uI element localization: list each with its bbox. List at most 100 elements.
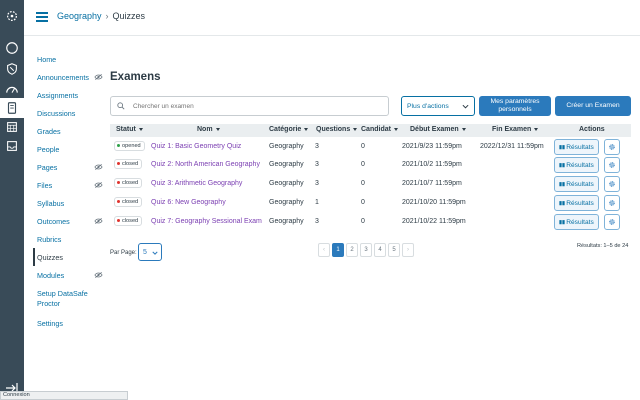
quiz-name-link[interactable]: Quiz 7: Geography Sessional Exam bbox=[151, 218, 262, 225]
course-nav-label: Assignments bbox=[37, 90, 79, 100]
page-button-1[interactable]: 1 bbox=[332, 243, 344, 257]
status-badge: closed bbox=[114, 197, 143, 207]
course-nav-item-assignments[interactable]: Assignments bbox=[33, 86, 107, 104]
quiz-name-link[interactable]: Quiz 1: Basic Geometry Quiz bbox=[151, 143, 241, 150]
results-button[interactable]: Résultats bbox=[554, 195, 599, 211]
quiz-name-link[interactable]: Quiz 2: North American Geography bbox=[151, 161, 260, 168]
gear-icon bbox=[609, 200, 615, 206]
courses-icon[interactable] bbox=[0, 98, 24, 118]
hidden-eye-icon bbox=[94, 182, 103, 188]
logo-icon[interactable] bbox=[4, 8, 20, 24]
settings-gear-button[interactable] bbox=[604, 176, 620, 192]
course-nav-item-outcomes[interactable]: Outcomes bbox=[33, 212, 107, 230]
calendar-icon[interactable] bbox=[4, 119, 20, 135]
more-actions-dropdown[interactable]: Plus d'actions bbox=[401, 96, 475, 116]
course-nav-item-files[interactable]: Files bbox=[33, 176, 107, 194]
gear-icon bbox=[609, 181, 615, 187]
results-button[interactable]: Résultats bbox=[554, 139, 599, 155]
course-nav-item-settings[interactable]: Settings bbox=[33, 314, 107, 332]
browser-status-bar: Connexion bbox=[0, 391, 128, 400]
create-exam-button[interactable]: Créer un Examen bbox=[555, 96, 631, 116]
status-dot-icon bbox=[117, 162, 120, 166]
results-button[interactable]: Résultats bbox=[554, 176, 599, 192]
course-nav-item-rubrics[interactable]: Rubrics bbox=[33, 230, 107, 248]
gear-icon bbox=[609, 144, 615, 150]
settings-gear-button[interactable] bbox=[604, 195, 620, 211]
page-button-5[interactable]: 5 bbox=[388, 243, 400, 257]
status-dot-icon bbox=[117, 219, 120, 223]
category-cell: Geography bbox=[269, 180, 304, 187]
results-button[interactable]: Résultats bbox=[554, 157, 599, 173]
col-start[interactable]: Début Examen bbox=[410, 126, 466, 133]
book-icon bbox=[559, 201, 565, 206]
col-questions[interactable]: Questions bbox=[316, 126, 358, 133]
sort-icon bbox=[304, 127, 309, 131]
questions-cell: 3 bbox=[315, 143, 319, 150]
status-text: closed bbox=[122, 218, 139, 224]
status-text: closed bbox=[122, 180, 139, 186]
start-date-cell: 2021/10/20 11:59pm bbox=[402, 199, 466, 206]
settings-gear-button[interactable] bbox=[604, 157, 620, 173]
course-nav-item-setup-datasafe-proctor[interactable]: Setup DataSafe Proctor bbox=[33, 284, 107, 314]
results-button-label: Résultats bbox=[566, 180, 594, 188]
hidden-eye-icon bbox=[94, 272, 103, 278]
results-button[interactable]: Résultats bbox=[554, 214, 599, 230]
results-button-label: Résultats bbox=[566, 199, 594, 207]
settings-gear-button[interactable] bbox=[604, 139, 620, 155]
col-end-label: Fin Examen bbox=[492, 126, 532, 133]
course-nav-label: Announcements bbox=[37, 72, 89, 82]
course-nav-item-announcements[interactable]: Announcements bbox=[33, 68, 107, 86]
course-nav-item-discussions[interactable]: Discussions bbox=[33, 104, 107, 122]
next-page-icon[interactable]: › bbox=[402, 243, 414, 257]
course-nav-label: Discussions bbox=[37, 108, 76, 118]
app: Geography › Quizzes Home Announcements Ass… bbox=[0, 0, 640, 400]
col-category-label: Catégorie bbox=[269, 126, 302, 133]
candidates-cell: 0 bbox=[361, 161, 365, 168]
account-icon[interactable] bbox=[4, 40, 20, 56]
page-button-3[interactable]: 3 bbox=[360, 243, 372, 257]
course-nav-item-home[interactable]: Home bbox=[33, 50, 107, 68]
breadcrumb: Geography › Quizzes bbox=[57, 11, 145, 21]
course-nav-item-modules[interactable]: Modules bbox=[33, 266, 107, 284]
quiz-name-link[interactable]: Quiz 3: Arithmetic Geography bbox=[151, 180, 242, 187]
prev-page-icon[interactable]: ‹ bbox=[318, 243, 330, 257]
dashboard-icon[interactable] bbox=[4, 82, 20, 98]
questions-cell: 3 bbox=[315, 180, 319, 187]
inbox-icon[interactable] bbox=[4, 138, 20, 154]
table-row: closed Quiz 2: North American Geography Ge… bbox=[110, 156, 631, 175]
col-end[interactable]: Fin Examen bbox=[492, 126, 539, 133]
course-nav-item-quizzes[interactable]: Quizzes bbox=[33, 248, 107, 266]
col-status[interactable]: Statut bbox=[116, 126, 143, 133]
settings-gear-button[interactable] bbox=[604, 214, 620, 230]
candidates-cell: 0 bbox=[361, 180, 365, 187]
status-dot-icon bbox=[117, 144, 120, 148]
breadcrumb-course[interactable]: Geography bbox=[57, 11, 102, 21]
my-settings-button[interactable]: Mes paramètres personnels bbox=[479, 96, 551, 116]
col-candidates[interactable]: Candidat bbox=[361, 126, 398, 133]
quiz-name-link[interactable]: Quiz 6: New Geography bbox=[151, 199, 226, 206]
page-button-4[interactable]: 4 bbox=[374, 243, 386, 257]
book-icon bbox=[559, 145, 565, 150]
end-date-cell: 2022/12/31 11:59pm bbox=[480, 143, 544, 150]
course-nav-item-syllabus[interactable]: Syllabus bbox=[33, 194, 107, 212]
per-page-select[interactable]: 5 bbox=[138, 243, 162, 261]
candidates-cell: 0 bbox=[361, 199, 365, 206]
search-box[interactable] bbox=[110, 96, 389, 116]
start-date-cell: 2021/10/22 11:59pm bbox=[402, 218, 466, 225]
course-nav-item-pages[interactable]: Pages bbox=[33, 158, 107, 176]
gear-icon bbox=[609, 162, 615, 168]
hamburger-menu-icon[interactable] bbox=[36, 12, 48, 22]
hidden-eye-icon bbox=[94, 164, 103, 170]
admin-shield-icon[interactable] bbox=[4, 61, 20, 77]
sort-icon bbox=[215, 127, 220, 131]
col-name[interactable]: Nom bbox=[197, 126, 220, 133]
search-icon bbox=[117, 102, 125, 110]
questions-cell: 1 bbox=[315, 199, 319, 206]
col-category[interactable]: Catégorie bbox=[269, 126, 309, 133]
course-nav-item-grades[interactable]: Grades bbox=[33, 122, 107, 140]
search-input[interactable] bbox=[133, 102, 373, 110]
page-button-2[interactable]: 2 bbox=[346, 243, 358, 257]
results-count: Résultats: 1–5 de 24 bbox=[577, 243, 629, 249]
course-nav-label: Files bbox=[37, 180, 53, 190]
course-nav-item-people[interactable]: People bbox=[33, 140, 107, 158]
